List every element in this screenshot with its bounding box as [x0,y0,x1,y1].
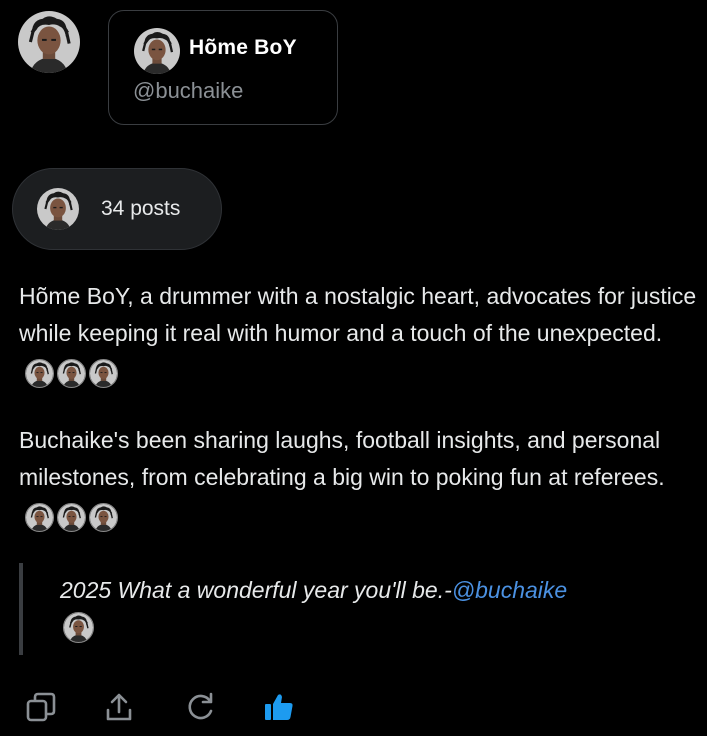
inline-avatar[interactable] [25,358,54,388]
summary-paragraph-2-text: Buchaike's been sharing laughs, football… [19,427,665,490]
posts-avatar [37,188,79,230]
copy-icon [26,692,56,722]
profile-avatar[interactable] [18,11,80,73]
summary-paragraph-1-text: Hõme BoY, a drummer with a nostalgic hea… [19,283,697,346]
inline-avatar[interactable] [57,502,86,532]
posts-count-button[interactable]: 34 posts [12,168,222,250]
inline-avatar[interactable] [25,502,54,532]
share-button[interactable] [102,690,136,724]
posts-count-label: 34 posts [101,197,181,220]
inline-avatar-group [25,353,121,390]
profile-card[interactable]: Hõme BoY @buchaike [108,10,338,125]
profile-card-avatar [134,28,180,74]
copy-button[interactable] [24,690,58,724]
summary-paragraph-2: Buchaike's been sharing laughs, football… [19,422,699,534]
regenerate-button[interactable] [183,690,217,724]
profile-handle: @buchaike [133,78,244,103]
thumbs-up-icon [265,694,293,720]
share-icon [106,693,132,721]
refresh-icon [188,692,213,720]
quote-body: 2025 What a wonderful year you'll be.- [60,577,452,603]
quote-mention-link[interactable]: @buchaike [452,577,567,603]
profile-name: Hõme BoY [189,36,297,59]
quote-text: 2025 What a wonderful year you'll be.-@b… [60,577,567,604]
inline-avatar[interactable] [57,358,86,388]
summary-paragraph-1: Hõme BoY, a drummer with a nostalgic hea… [19,278,699,390]
like-button[interactable] [262,690,296,724]
quote-avatar[interactable] [63,612,94,643]
inline-avatar[interactable] [89,358,118,388]
inline-avatar[interactable] [89,502,118,532]
inline-avatar-group [25,497,121,534]
quote-bar [19,563,23,655]
